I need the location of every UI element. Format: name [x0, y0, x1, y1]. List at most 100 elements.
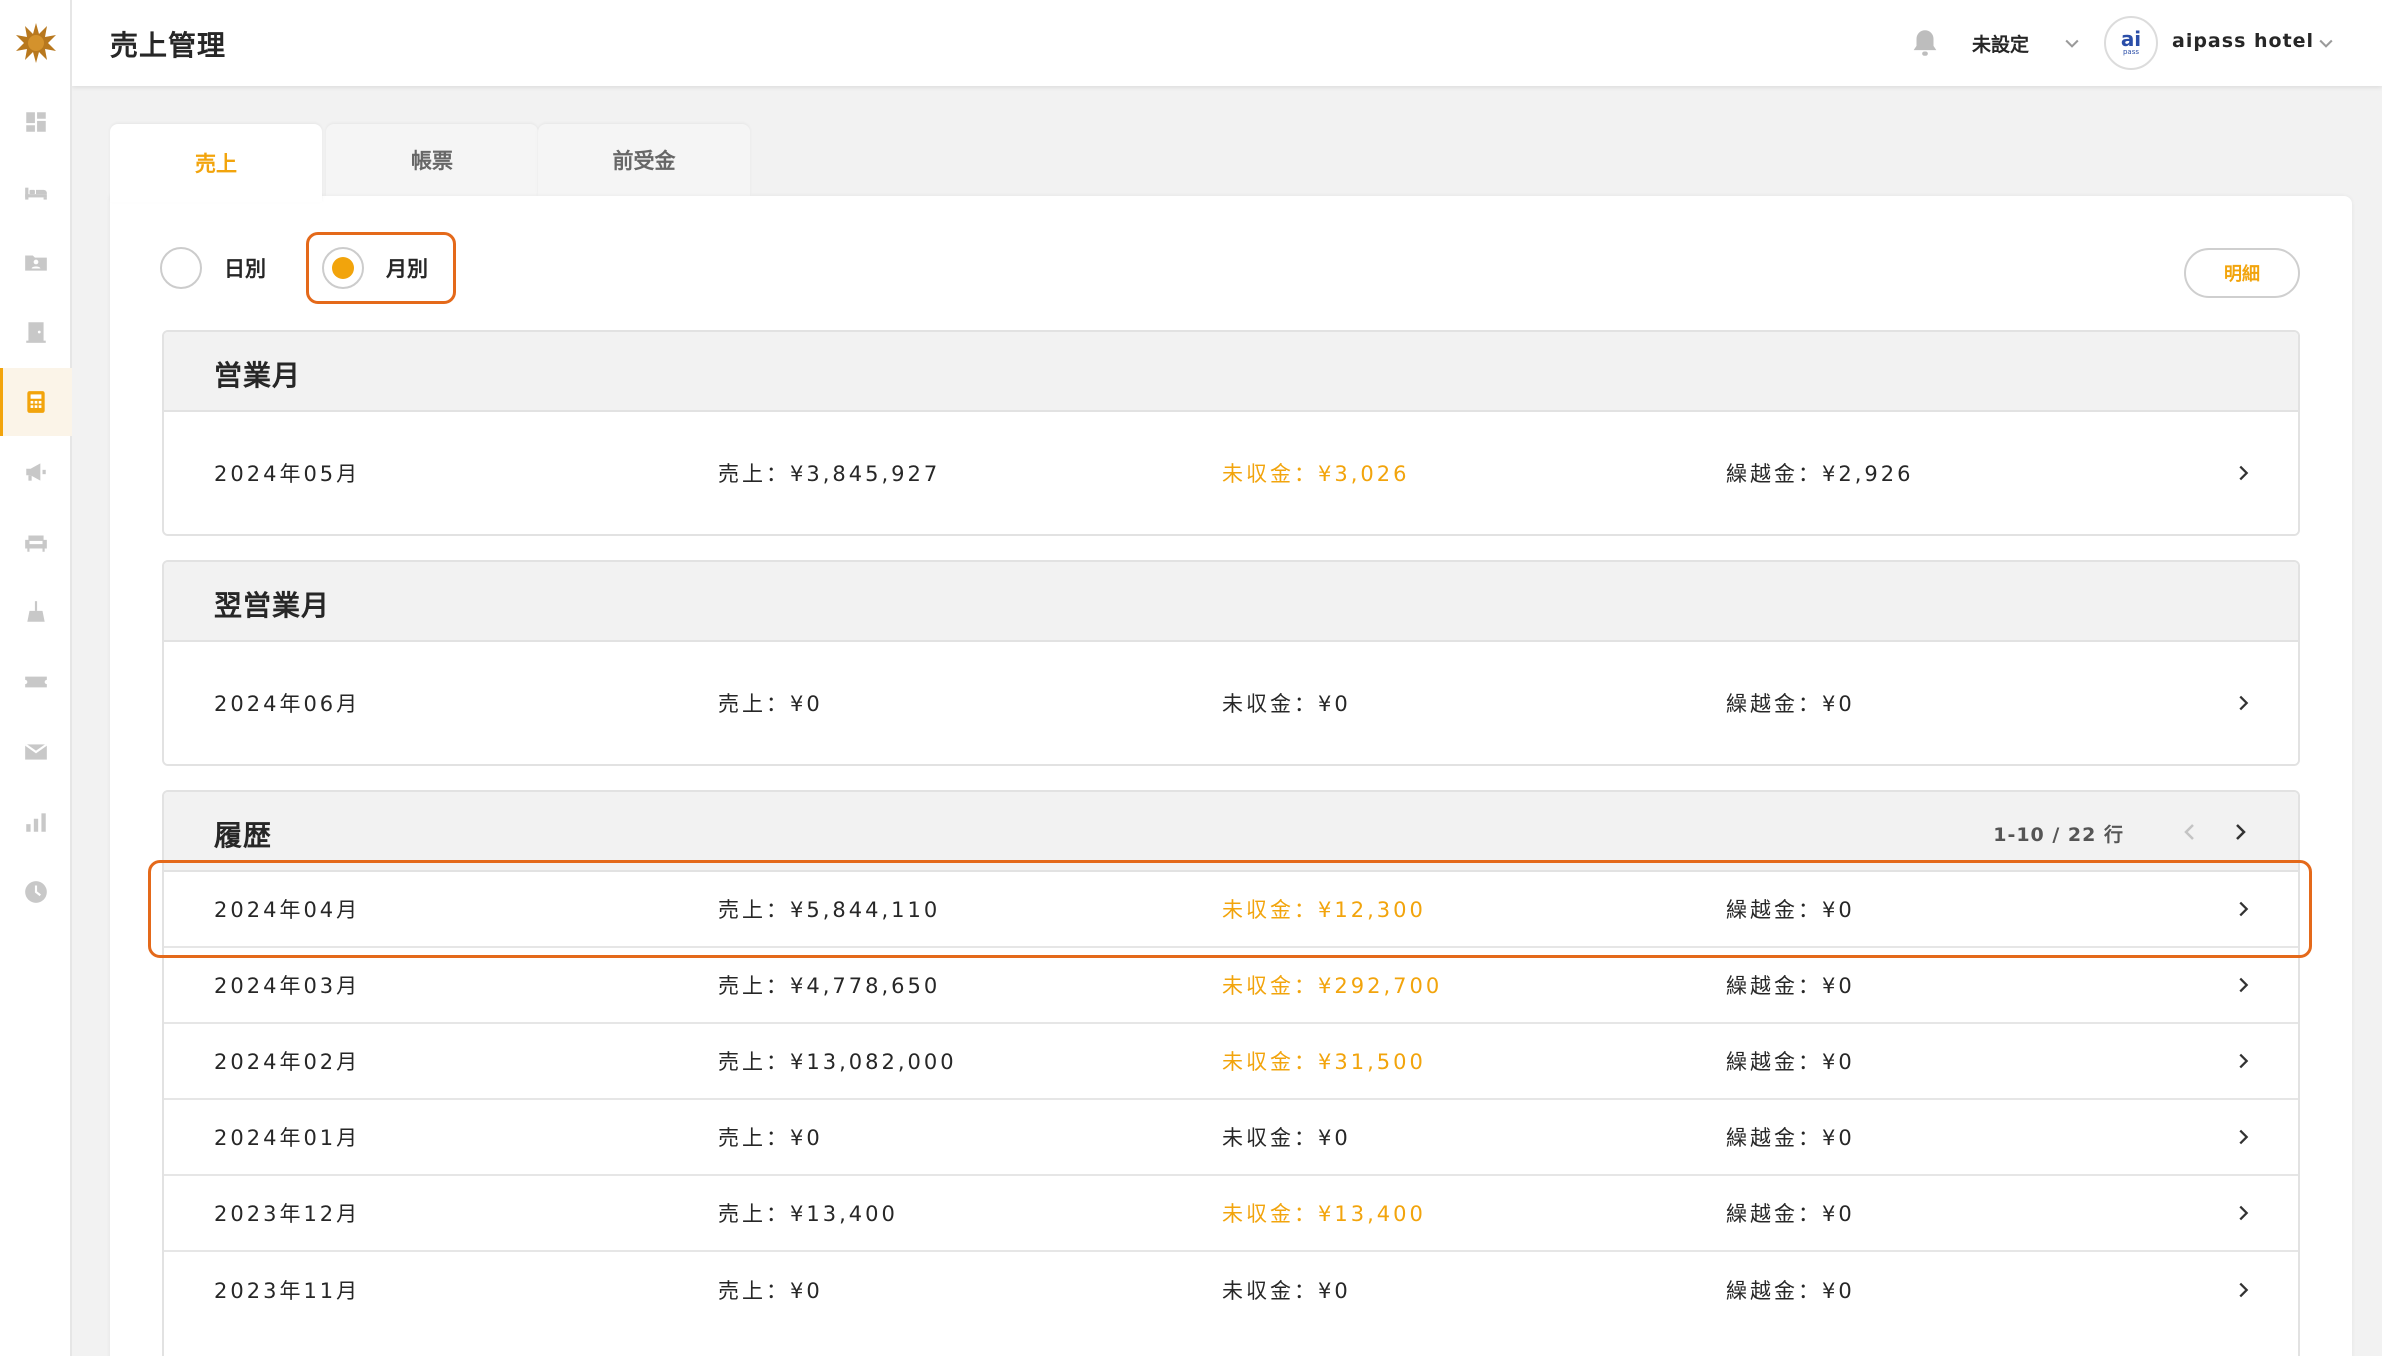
carryover-value: 繰越金：¥0: [1726, 1126, 1855, 1150]
logo[interactable]: [0, 0, 72, 86]
sidebar-item-notices[interactable]: [0, 438, 72, 506]
tab-sales[interactable]: 売上: [110, 124, 322, 202]
sales-value: 売上：¥13,400: [718, 1202, 898, 1226]
carryover-value: 繰越金：¥0: [1726, 974, 1855, 998]
unpaid-value: 未収金：¥3,026: [1222, 462, 1410, 486]
month-label: 2024年03月: [214, 974, 361, 998]
bar-chart-icon: [26, 813, 46, 832]
sofa-icon: [25, 535, 47, 552]
chevron-right-icon[interactable]: [2232, 974, 2254, 996]
chevron-down-icon[interactable]: [2062, 33, 2082, 53]
history-row[interactable]: 2023年12月 売上：¥13,400 未収金：¥13,400 繰越金：¥0: [164, 1176, 2298, 1252]
tab-reports[interactable]: 帳票: [326, 124, 538, 196]
unpaid-value: 未収金：¥31,500: [1222, 1050, 1426, 1074]
radio-daily-label: 日別: [224, 257, 266, 281]
section-title: 営業月: [214, 359, 302, 392]
history-section: 履歴 1-10 / 22 行 2024年04月 売上：¥5,844,110 未収金：…: [162, 790, 2300, 1356]
sidebar-item-analytics[interactable]: [0, 788, 72, 856]
calculator-icon: [27, 391, 45, 413]
chevron-right-icon[interactable]: [2232, 1202, 2254, 1224]
unpaid-value: 未収金：¥292,700: [1222, 974, 1443, 998]
month-label: 2023年11月: [214, 1279, 361, 1303]
chevron-right-icon[interactable]: [2232, 1279, 2254, 1301]
tab-advance-payment[interactable]: 前受金: [538, 124, 750, 196]
sidebar-item-sales[interactable]: [0, 368, 72, 436]
chevron-left-icon[interactable]: [2178, 820, 2202, 844]
section-header: 履歴 1-10 / 22 行: [164, 792, 2298, 872]
cleaning-icon: [27, 601, 45, 622]
sidebar-item-cleaning[interactable]: [0, 578, 72, 646]
facility-selector[interactable]: 未設定: [1972, 30, 2029, 57]
clock-icon: [25, 881, 47, 903]
history-row[interactable]: 2024年02月 売上：¥13,082,000 未収金：¥31,500 繰越金：¥0: [164, 1024, 2298, 1100]
month-label: 2024年04月: [214, 898, 361, 922]
door-icon: [26, 322, 46, 343]
sales-value: 売上：¥13,082,000: [718, 1050, 957, 1074]
sales-value: 売上：¥0: [718, 1279, 823, 1303]
sidebar-item-coupons[interactable]: [0, 648, 72, 716]
chevron-right-icon[interactable]: [2232, 462, 2254, 484]
sidebar-item-checkin[interactable]: [0, 298, 72, 366]
carryover-value: 繰越金：¥0: [1726, 1279, 1855, 1303]
megaphone-icon: [26, 463, 46, 481]
current-month-section: 営業月 2024年05月 売上：¥3,845,927 未収金：¥3,026 繰越…: [162, 330, 2300, 536]
sidebar-item-facility[interactable]: [0, 508, 72, 576]
radio-daily[interactable]: 日別: [160, 247, 266, 289]
radio-daily-circle[interactable]: [160, 247, 202, 289]
sales-value: 売上：¥4,778,650: [718, 974, 941, 998]
section-title: 翌営業月: [214, 589, 331, 622]
sidebar-item-mail[interactable]: [0, 718, 72, 786]
pagination-info: 1-10 / 22 行: [1993, 824, 2124, 846]
bell-icon[interactable]: [1908, 26, 1942, 60]
carryover-value: 繰越金：¥0: [1726, 692, 1855, 716]
chevron-down-icon[interactable]: [2316, 33, 2336, 53]
bed-icon: [25, 187, 47, 200]
sidebar-item-dashboard[interactable]: [0, 88, 72, 156]
sales-value: 売上：¥0: [718, 692, 823, 716]
avatar[interactable]: ai pass: [2104, 16, 2158, 70]
chevron-right-icon[interactable]: [2232, 898, 2254, 920]
month-label: 2024年06月: [214, 692, 361, 716]
month-label: 2024年05月: [214, 462, 361, 486]
next-month-section: 翌営業月 2024年06月 売上：¥0 未収金：¥0 繰越金：¥0: [162, 560, 2300, 766]
hotel-name[interactable]: aipass hotel: [2172, 30, 2314, 52]
month-label: 2024年02月: [214, 1050, 361, 1074]
history-row[interactable]: 2024年03月 売上：¥4,778,650 未収金：¥292,700 繰越金：¥0: [164, 948, 2298, 1024]
history-row[interactable]: 2023年11月 売上：¥0 未収金：¥0 繰越金：¥0: [164, 1252, 2298, 1328]
mail-icon: [24, 743, 48, 760]
sales-value: 売上：¥0: [718, 1126, 823, 1150]
carryover-value: 繰越金：¥0: [1726, 1050, 1855, 1074]
sales-value: 売上：¥3,845,927: [718, 462, 941, 486]
avatar-logo-subtext: pass: [2122, 48, 2140, 56]
chevron-right-icon[interactable]: [2232, 1126, 2254, 1148]
unpaid-value: 未収金：¥0: [1222, 1279, 1351, 1303]
top-header: 売上管理 未設定 ai pass aipass hotel: [72, 0, 2382, 86]
sidebar-item-rooms[interactable]: [0, 158, 72, 226]
dashboard-icon: [26, 112, 46, 132]
chevron-right-icon[interactable]: [2232, 1050, 2254, 1072]
sidebar-item-guests[interactable]: [0, 228, 72, 296]
section-header: 翌営業月: [164, 562, 2298, 642]
carryover-value: 繰越金：¥0: [1726, 898, 1855, 922]
month-label: 2024年01月: [214, 1126, 361, 1150]
unpaid-value: 未収金：¥0: [1222, 692, 1351, 716]
sales-value: 売上：¥5,844,110: [718, 898, 941, 922]
chevron-right-icon[interactable]: [2232, 692, 2254, 714]
chevron-right-icon[interactable]: [2228, 820, 2252, 844]
sun-logo-icon: [16, 23, 56, 63]
page-title: 売上管理: [110, 29, 227, 62]
detail-button[interactable]: 明細: [2184, 248, 2300, 298]
unpaid-value: 未収金：¥0: [1222, 1126, 1351, 1150]
next-month-row[interactable]: 2024年06月 売上：¥0 未収金：¥0 繰越金：¥0: [164, 642, 2298, 764]
avatar-logo-text: ai: [2120, 27, 2142, 51]
sidebar: [0, 0, 72, 1356]
month-label: 2023年12月: [214, 1202, 361, 1226]
ticket-icon: [25, 676, 47, 688]
history-row[interactable]: 2024年04月 売上：¥5,844,110 未収金：¥12,300 繰越金：¥0: [164, 872, 2298, 948]
current-month-row[interactable]: 2024年05月 売上：¥3,845,927 未収金：¥3,026 繰越金：¥2…: [164, 412, 2298, 534]
sidebar-item-history[interactable]: [0, 858, 72, 926]
carryover-value: 繰越金：¥2,926: [1726, 462, 1914, 486]
history-row[interactable]: 2024年01月 売上：¥0 未収金：¥0 繰越金：¥0: [164, 1100, 2298, 1176]
highlight-box-monthly: [306, 232, 456, 304]
section-title: 履歴: [214, 819, 273, 852]
